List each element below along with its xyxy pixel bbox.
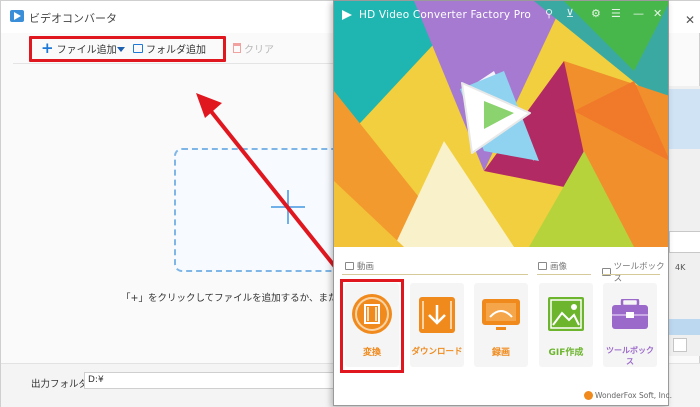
record-tile[interactable]: 録画 [474, 283, 528, 367]
screen: ビデオコンバータ ✕ + ファイル追加 フォルダ追加 クリア 「+」をクリックし… [0, 0, 700, 407]
factory-title: HD Video Converter Factory Pro [359, 9, 532, 21]
close-icon[interactable]: ✕ [653, 7, 662, 20]
toolbox-tile[interactable]: ツールボックス [603, 283, 657, 367]
window-title: ビデオコンバータ [29, 12, 117, 25]
section-divider [342, 274, 528, 275]
gif-tile[interactable]: GIF作成 [539, 283, 593, 367]
section-toolbox-label: ツールボックス [613, 262, 665, 284]
settings-button[interactable] [669, 319, 700, 335]
divider [13, 63, 333, 64]
section-divider [537, 274, 591, 275]
add-plus-icon[interactable] [271, 190, 305, 224]
video-icon [345, 262, 354, 270]
resolution-label: 4K [675, 263, 686, 272]
download-tile[interactable]: ダウンロード [410, 283, 464, 367]
gif-label: GIF作成 [548, 348, 584, 358]
cart-icon[interactable]: ⊻ [566, 7, 574, 20]
toolbar-highlight-frame [29, 36, 226, 62]
clear-label: クリア [244, 44, 274, 56]
download-label: ダウンロード [411, 347, 463, 357]
banner-art [334, 1, 668, 247]
trash-icon [233, 43, 241, 53]
key-icon[interactable]: ⚲ [545, 7, 553, 20]
toolbox-label: ツールボックス [606, 346, 654, 366]
settings-field[interactable] [669, 231, 700, 253]
download-icon [419, 297, 455, 333]
section-video-label: 動画 [357, 262, 375, 272]
drop-hint-text: 「+」をクリックしてファイルを追加するか、またはファイ [121, 293, 336, 304]
image-icon [538, 262, 547, 270]
file-drop-area[interactable] [174, 148, 354, 272]
option-checkbox[interactable] [673, 338, 687, 352]
app-icon [10, 10, 24, 22]
close-icon[interactable]: ✕ [685, 13, 695, 27]
settings-icon[interactable]: ⚙ [591, 7, 601, 20]
image-icon [548, 297, 584, 331]
section-image-label: 画像 [550, 262, 568, 272]
menu-icon[interactable]: ☰ [611, 7, 621, 20]
brand-text: WonderFox Soft, Inc. [595, 391, 673, 400]
record-label: 録画 [491, 348, 510, 358]
wonderfox-logo-icon [584, 391, 593, 400]
screen-record-icon [482, 299, 520, 330]
section-toolbox: ツールボックス [602, 260, 668, 284]
clear-button[interactable]: クリア [233, 39, 274, 57]
format-preview[interactable] [669, 89, 700, 149]
output-folder-field[interactable]: D:¥ [84, 372, 334, 389]
toolbox-icon [612, 299, 648, 329]
minimize-icon[interactable]: — [633, 7, 644, 20]
section-video: 動画 [345, 260, 374, 272]
section-image: 画像 [538, 260, 567, 272]
section-divider [602, 274, 660, 275]
convert-highlight-frame [340, 279, 404, 373]
app-logo-icon [342, 10, 352, 20]
